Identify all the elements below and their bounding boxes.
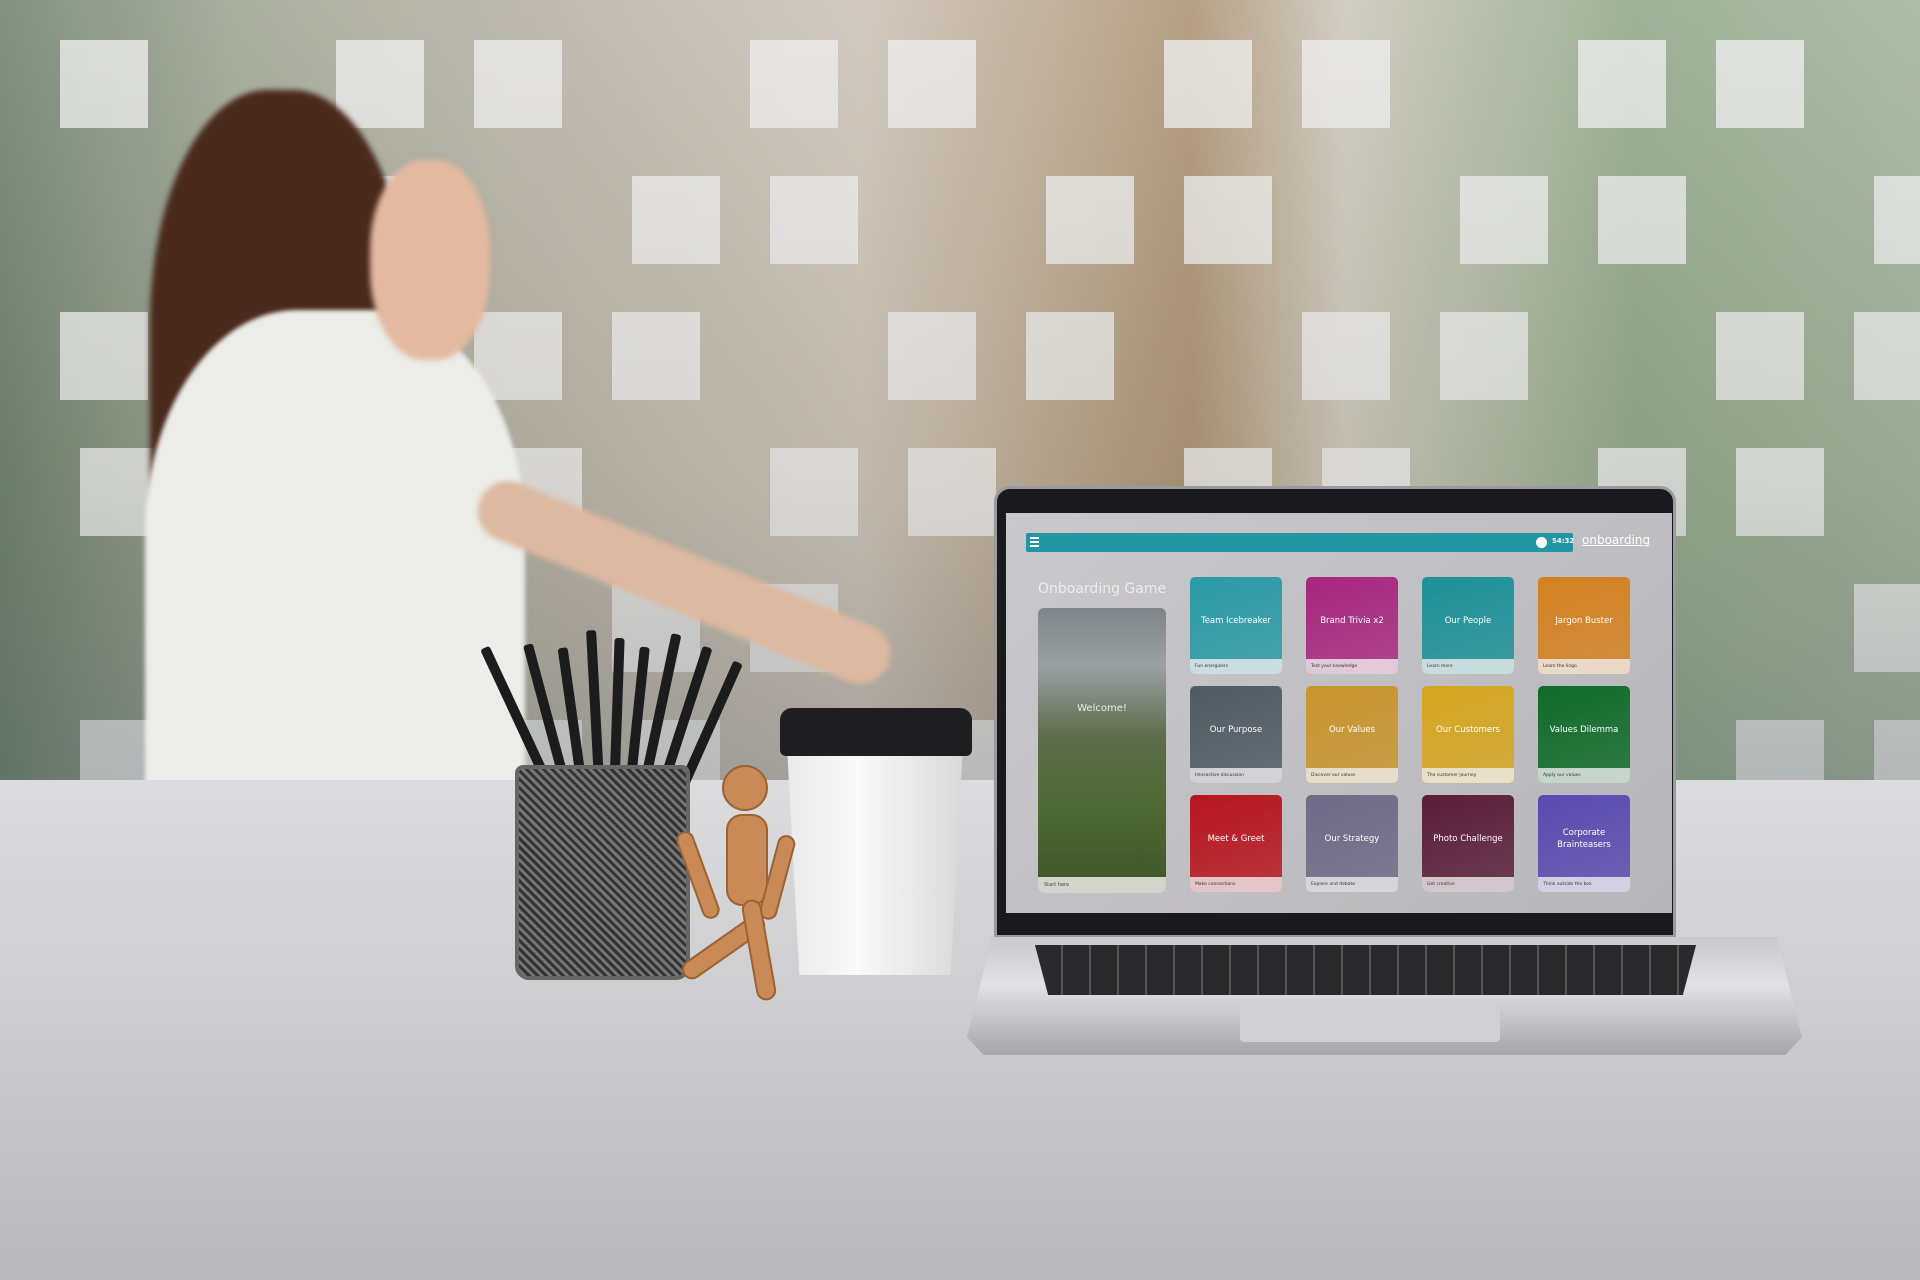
welcome-title: Welcome!: [1077, 703, 1127, 714]
tile-title: Our Purpose: [1209, 725, 1263, 735]
trackpad: [1240, 1000, 1500, 1042]
hamburger-icon[interactable]: [1030, 537, 1039, 547]
game-tile[interactable]: Team Icebreaker Fun energizers: [1190, 577, 1282, 674]
tile-caption: Apply our values: [1538, 768, 1630, 783]
tile-caption: The customer journey: [1422, 768, 1514, 783]
game-tile[interactable]: Our Strategy Explore and debate: [1306, 795, 1398, 892]
timer: 54:32: [1552, 537, 1575, 545]
game-tile[interactable]: Our Customers The customer journey: [1422, 686, 1514, 783]
tile-title: Jargon Buster: [1555, 616, 1613, 626]
tile-title: Brand Trivia x2: [1320, 616, 1384, 626]
game-tile[interactable]: Meet & Greet Make connections: [1190, 795, 1282, 892]
tile-caption: Learn more: [1422, 659, 1514, 674]
logo: onboarding: [1582, 533, 1651, 547]
game-tile[interactable]: Corporate Brainteasers Think outside the …: [1538, 795, 1630, 892]
game-tile[interactable]: Our Values Discover our values: [1306, 686, 1398, 783]
tile-title: Team Icebreaker: [1200, 616, 1272, 626]
tile-caption: Think outside the box: [1538, 877, 1630, 892]
tile-caption: Discover our values: [1306, 768, 1398, 783]
tile-caption: Make connections: [1190, 877, 1282, 892]
tile-caption: Get creative: [1422, 877, 1514, 892]
game-tile[interactable]: Our People Learn more: [1422, 577, 1514, 674]
wooden-mannequin: [676, 765, 796, 1001]
tile-title: Our People: [1444, 616, 1492, 626]
tile-title: Our Values: [1328, 725, 1376, 735]
tile-caption: Learn the lingo: [1538, 659, 1630, 674]
welcome-caption: Start here: [1038, 877, 1166, 893]
tile-title: Corporate Brainteasers: [1557, 828, 1611, 850]
tile-caption: Explore and debate: [1306, 877, 1398, 892]
game-tile[interactable]: Photo Challenge Get creative: [1422, 795, 1514, 892]
welcome-card[interactable]: Welcome! Start here: [1038, 608, 1166, 893]
game-tile[interactable]: Our Purpose Interactive discussion: [1190, 686, 1282, 783]
tile-caption: Interactive discussion: [1190, 768, 1282, 783]
tile-title: Values Dilemma: [1549, 725, 1619, 735]
tile-title: Meet & Greet: [1207, 834, 1265, 844]
tile-title: Our Strategy: [1324, 834, 1380, 844]
top-bar: 54:32: [1026, 533, 1575, 552]
tile-title: Our Customers: [1436, 725, 1500, 735]
laptop-screen: 54:32 onboarding Onboarding Game Welcome…: [1006, 513, 1672, 913]
game-tile[interactable]: Brand Trivia x2 Test your knowledge: [1306, 577, 1398, 674]
coffee-lid: [780, 708, 972, 756]
keyboard: [1035, 945, 1696, 995]
page-title: Onboarding Game: [1038, 581, 1167, 597]
tile-caption: Fun energizers: [1190, 659, 1282, 674]
woman-face: [370, 160, 490, 360]
game-tile[interactable]: Values Dilemma Apply our values: [1538, 686, 1630, 783]
tile-title: Photo Challenge: [1433, 834, 1503, 844]
clock-icon: [1536, 537, 1547, 548]
game-tile[interactable]: Jargon Buster Learn the lingo: [1538, 577, 1630, 674]
tile-caption: Test your knowledge: [1306, 659, 1398, 674]
